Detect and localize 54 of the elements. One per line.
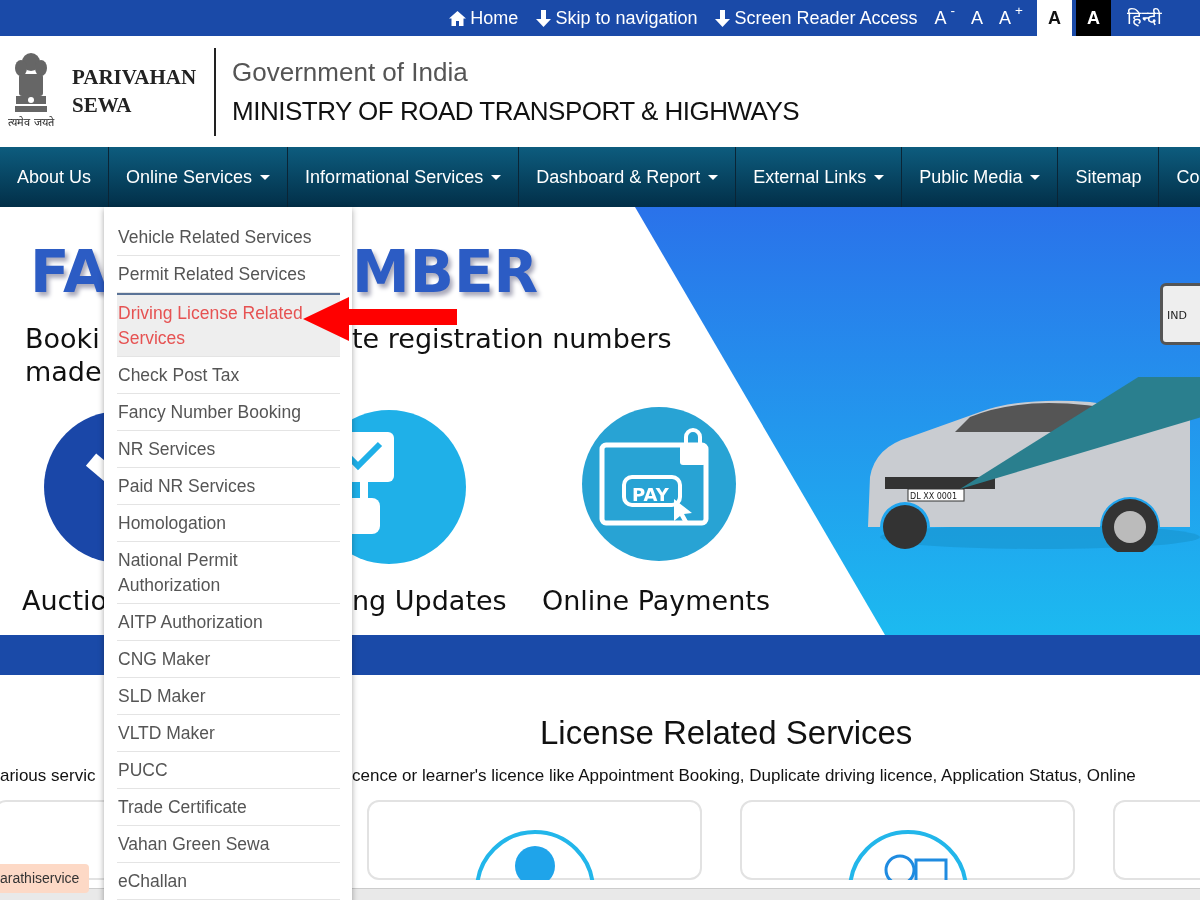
org-title: Government of India <box>232 55 469 89</box>
banner-subtitle: Booki <box>25 322 100 356</box>
service-card[interactable] <box>740 800 1075 881</box>
menu-item[interactable]: AITP Authorization <box>117 604 340 641</box>
menu-item[interactable]: eChallan <box>117 863 340 900</box>
motto-text: त्यमेव जयते <box>8 115 54 131</box>
number-plate: IND <box>1160 283 1200 345</box>
plate-text: DL XX 0001 <box>910 491 958 503</box>
arrow-down-icon <box>715 9 731 27</box>
banner-subtitle: te registration numbers <box>352 322 672 356</box>
skip-link[interactable]: Screen Reader Access <box>706 0 927 36</box>
description-text: cence or learner's licence like Appointment Booking, Duplicate driving licence, Application Status, Online <box>352 764 1137 787</box>
banner-caption: ng Updates <box>352 584 507 618</box>
menu-item[interactable]: SLD Maker <box>117 678 340 715</box>
service-tag: arathiservice <box>0 864 90 893</box>
menu-item[interactable]: Trade Certificate <box>117 789 340 826</box>
pay-icon <box>582 407 736 561</box>
person-calendar-icon <box>847 830 968 881</box>
person-icon <box>474 830 595 881</box>
service-card[interactable] <box>1113 800 1200 881</box>
contrast-button[interactable]: A <box>1076 0 1111 36</box>
menu-item[interactable]: Fancy Number Booking <box>117 394 340 431</box>
emblem-icon <box>13 52 49 115</box>
banner-title: FA <box>30 237 108 308</box>
brand-text: PARIVAHAN <box>72 64 197 92</box>
ministry-title: MINISTRY OF ROAD TRANSPORT & HIGHWAYS <box>232 94 800 128</box>
font-size-button[interactable]: A$^{+}$ <box>991 0 1031 36</box>
menu-item[interactable]: Homologation <box>117 505 340 542</box>
banner-caption: Online Payments <box>542 584 770 618</box>
arrow-down-icon <box>536 9 552 27</box>
home-link[interactable]: Home <box>440 0 528 36</box>
home-icon <box>449 10 467 26</box>
banner-subtitle: made <box>25 355 102 389</box>
brand-text: SEWA <box>72 91 133 119</box>
section-heading: License Related Services <box>540 713 913 753</box>
menu-item[interactable]: Paid NR Services <box>117 468 340 505</box>
menu-item[interactable]: Vahan Green Sewa <box>117 826 340 863</box>
banner-title: MBER <box>352 237 539 308</box>
font-size-button[interactable]: A$^{-}$ <box>926 0 964 36</box>
language-link[interactable]: हिन्दी <box>1111 0 1176 36</box>
skip-link[interactable]: Skip to navigation <box>527 0 707 36</box>
menu-item[interactable]: PUCC <box>117 752 340 789</box>
banner-caption: Auctio <box>22 584 108 618</box>
pay-label: PAY <box>632 483 669 507</box>
menu-item[interactable]: Check Post Tax <box>117 357 340 394</box>
menu-item[interactable]: VLTD Maker <box>117 715 340 752</box>
description-text: arious servic <box>0 764 97 787</box>
menu-item[interactable]: NR Services <box>117 431 340 468</box>
font-size-button[interactable]: A <box>963 0 992 36</box>
menu-item[interactable]: Vehicle Related Services <box>117 219 340 256</box>
menu-item[interactable]: CNG Maker <box>117 641 340 678</box>
contrast-button[interactable]: A <box>1037 0 1072 36</box>
service-card[interactable] <box>367 800 702 881</box>
menu-item[interactable]: National Permit Authorization <box>117 542 340 604</box>
